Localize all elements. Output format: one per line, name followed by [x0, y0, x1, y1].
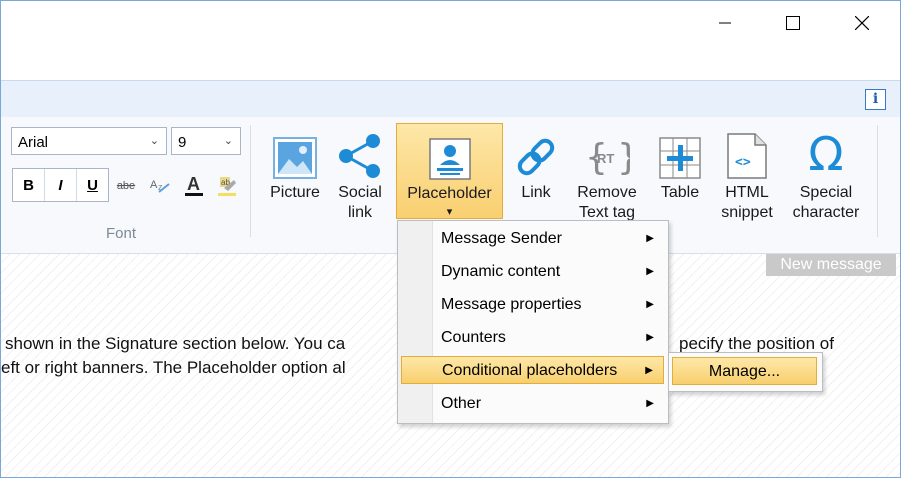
placeholder-button[interactable]: Placeholder ▾: [396, 123, 503, 219]
clear-format-button[interactable]: Az: [147, 173, 173, 199]
html-snippet-label-1: HTML: [725, 184, 769, 201]
conditional-placeholders-submenu: Manage...: [668, 352, 823, 392]
remove-text-tag-button[interactable]: { RT } Remove Text tag: [569, 123, 645, 221]
link-icon: [517, 138, 555, 176]
font-color-button[interactable]: A: [181, 173, 207, 199]
special-character-label-2: character: [792, 204, 860, 221]
menu-item-other[interactable]: Other ▶: [401, 390, 664, 418]
chevron-right-icon: ▶: [646, 299, 654, 310]
close-button[interactable]: [839, 1, 885, 45]
strikethrough-button[interactable]: abe: [113, 173, 139, 199]
svg-text:A: A: [150, 179, 158, 191]
share-icon: [339, 134, 380, 178]
chevron-down-icon: ▾: [446, 206, 453, 218]
highlight-icon: ab: [218, 177, 236, 196]
picture-icon: [273, 137, 317, 179]
link-button[interactable]: Link: [509, 123, 563, 219]
social-link-label-2: link: [347, 204, 372, 221]
chevron-right-icon: ▶: [646, 233, 654, 244]
menu-item-label: Message properties: [441, 296, 582, 313]
menu-item-message-properties[interactable]: Message properties ▶: [401, 291, 664, 319]
header-strip: i: [1, 80, 900, 118]
menu-item-dynamic-content[interactable]: Dynamic content ▶: [401, 258, 664, 286]
content-text-line-2: eft or right banners. The Placeholder op…: [1, 358, 346, 377]
link-label: Link: [521, 184, 551, 201]
menu-item-label: Other: [441, 395, 482, 412]
chevron-right-icon: ▶: [645, 365, 653, 376]
table-button[interactable]: Table: [653, 123, 707, 219]
remove-text-tag-label-1: Remove: [577, 184, 637, 201]
content-text-line-1b: pecify the position of: [679, 334, 834, 353]
minimize-icon: [719, 22, 731, 24]
special-character-button[interactable]: Ω Special character: [786, 123, 866, 221]
special-character-label-1: Special: [799, 184, 853, 201]
group-separator: [250, 125, 251, 237]
title-bar: [1, 1, 900, 45]
menu-item-message-sender[interactable]: Message Sender ▶: [401, 225, 664, 253]
placeholder-label: Placeholder: [407, 185, 492, 202]
svg-text:A: A: [187, 174, 200, 194]
font-size-select[interactable]: 9 ⌄: [171, 127, 241, 155]
menu-item-label: Conditional placeholders: [442, 362, 618, 379]
group-separator: [877, 125, 878, 237]
table-label: Table: [660, 184, 700, 201]
font-color-icon: A: [185, 174, 203, 196]
chevron-right-icon: ▶: [646, 398, 654, 409]
minimize-button[interactable]: [702, 1, 748, 45]
placeholder-menu: Message Sender ▶ Dynamic content ▶ Messa…: [397, 220, 669, 424]
html-icon: <>: [727, 133, 767, 179]
font-size-value: 9: [178, 134, 187, 151]
font-group-label: Font: [106, 225, 137, 242]
manage-menu-item[interactable]: Manage...: [672, 357, 817, 385]
chevron-right-icon: ▶: [646, 332, 654, 343]
chevron-right-icon: ▶: [646, 266, 654, 277]
app-window: i Arial ⌄ 9 ⌄ B I U abe Az A ab Font Pic…: [0, 0, 901, 478]
font-name-select[interactable]: Arial ⌄: [11, 127, 167, 155]
italic-button[interactable]: I: [45, 169, 77, 201]
social-link-button[interactable]: Social link: [331, 123, 389, 221]
menu-item-counters[interactable]: Counters ▶: [401, 324, 664, 352]
clear-format-icon: Az: [150, 179, 170, 193]
chevron-down-icon: ⌄: [223, 135, 233, 147]
menu-item-conditional-placeholders[interactable]: Conditional placeholders ▶: [401, 356, 664, 384]
menu-item-label: Counters: [441, 329, 506, 346]
picture-button[interactable]: Picture: [263, 123, 327, 219]
font-name-value: Arial: [18, 134, 49, 151]
format-button-group: B I U: [12, 168, 109, 202]
menu-item-label: Message Sender: [441, 230, 562, 247]
svg-text:<>: <>: [735, 155, 751, 170]
bold-button[interactable]: B: [13, 169, 45, 201]
html-snippet-label-2: snippet: [721, 204, 773, 221]
svg-text:RT: RT: [597, 151, 614, 166]
picture-label: Picture: [270, 184, 320, 201]
placeholder-icon: [428, 138, 471, 180]
rt-icon: { RT }: [585, 137, 630, 178]
content-text-line-1a: shown in the Signature section below. Yo…: [5, 334, 346, 353]
svg-text:}: }: [617, 137, 630, 178]
social-link-label-1: Social: [338, 184, 382, 201]
new-message-badge: New message: [766, 254, 896, 276]
maximize-button[interactable]: [770, 1, 816, 45]
info-icon[interactable]: i: [865, 89, 886, 110]
chevron-down-icon: ⌄: [149, 135, 159, 147]
table-icon: [659, 137, 701, 179]
menu-item-label: Dynamic content: [441, 263, 561, 280]
omega-icon: Ω: [808, 127, 844, 181]
highlight-button[interactable]: ab: [214, 173, 240, 199]
maximize-icon: [786, 16, 800, 30]
close-icon: [855, 16, 869, 30]
html-snippet-button[interactable]: <> HTML snippet: [713, 123, 781, 221]
underline-button[interactable]: U: [77, 169, 108, 201]
